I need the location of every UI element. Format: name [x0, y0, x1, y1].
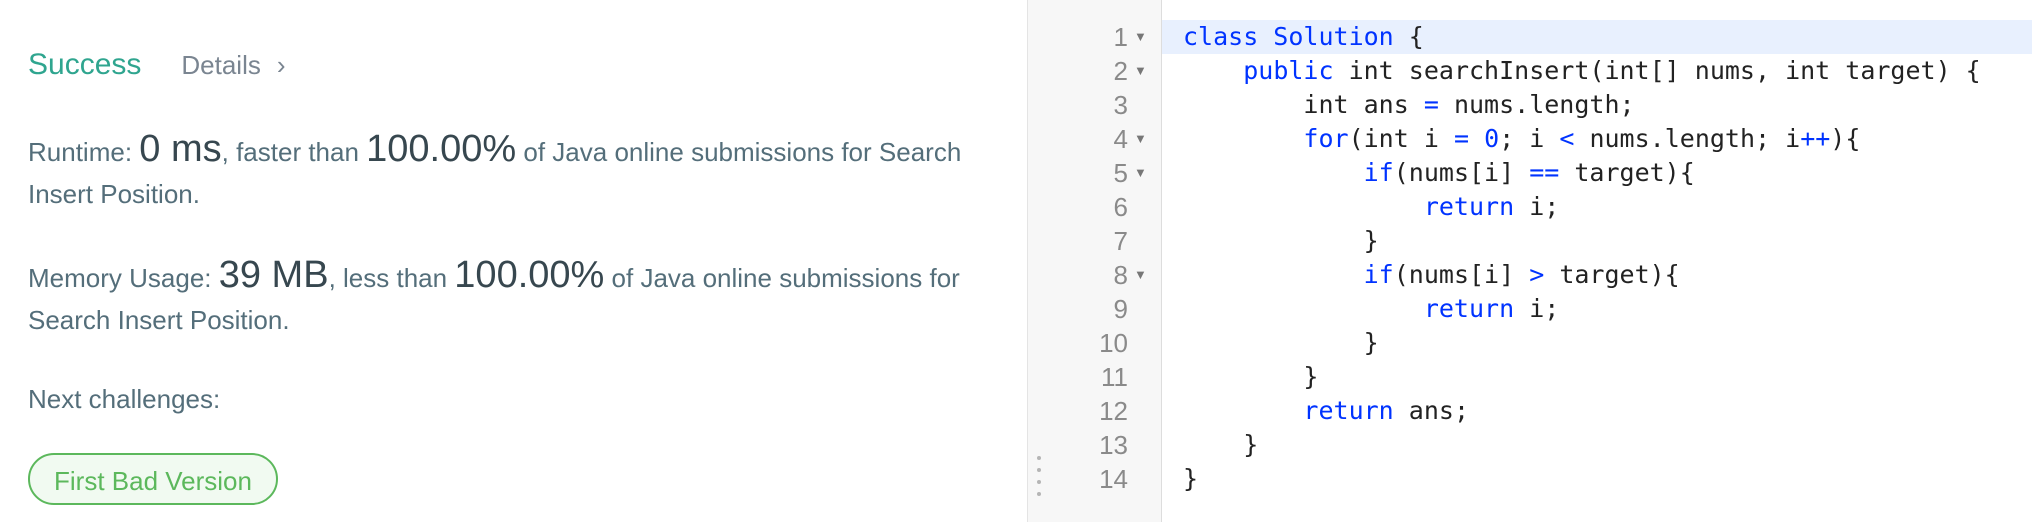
challenge-first-bad-version-button[interactable]: First Bad Version	[28, 453, 278, 505]
code-line[interactable]: }	[1183, 360, 1318, 394]
memory-middle: , less than	[328, 263, 455, 293]
submission-result-panel: Success Details › Runtime: 0 ms, faster …	[0, 0, 1027, 522]
fold-arrow-icon[interactable]: ▼	[1134, 258, 1148, 292]
code-line[interactable]: return i;	[1183, 292, 1559, 326]
code-line[interactable]: }	[1183, 428, 1258, 462]
code-keyword: return	[1423, 192, 1515, 221]
runtime-prefix: Runtime:	[28, 137, 140, 167]
line-number-gutter: 1 ▼ 2 ▼ 3 4 ▼ 5 ▼ 6 7 8 ▼ 9 10 11 12 13 14	[1050, 0, 1162, 522]
line-number: 1	[1113, 22, 1128, 52]
fold-arrow-icon[interactable]: ▼	[1134, 54, 1148, 88]
memory-prefix: Memory Usage:	[28, 263, 219, 293]
runtime-result: Runtime: 0 ms, faster than 100.00% of Ja…	[28, 128, 1018, 215]
code-text: (int i	[1348, 124, 1454, 153]
line-number: 8	[1113, 260, 1128, 290]
next-challenges-label: Next challenges:	[28, 384, 221, 414]
code-text: int searchInsert(int[] nums, int target)…	[1333, 56, 1981, 85]
code-line[interactable]: for(int i = 0; i < nums.length; i++){	[1183, 122, 1860, 156]
line-number: 13	[1099, 430, 1128, 460]
line-number: 4	[1113, 124, 1128, 154]
status-title: Success	[28, 48, 142, 81]
runtime-middle: , faster than	[221, 137, 367, 167]
memory-result: Memory Usage: 39 MB, less than 100.00% o…	[28, 254, 1018, 341]
line-number: 3	[1113, 90, 1128, 120]
code-keyword: for	[1303, 124, 1349, 153]
status-row: Success Details ›	[28, 48, 286, 82]
memory-percentile: 100.00%	[454, 254, 605, 296]
drag-handle-icon[interactable]	[1037, 456, 1041, 508]
runtime-percentile: 100.00%	[366, 128, 517, 170]
line-number: 7	[1113, 226, 1128, 256]
code-keyword: ==	[1529, 158, 1560, 187]
code-keyword: if	[1363, 158, 1394, 187]
code-text: ans;	[1393, 396, 1469, 425]
fold-arrow-icon[interactable]: ▼	[1134, 20, 1148, 54]
code-keyword: if	[1363, 260, 1394, 289]
details-link[interactable]: Details ›	[181, 50, 285, 81]
code-line[interactable]: }	[1183, 462, 1198, 496]
line-number: 14	[1099, 464, 1128, 494]
code-keyword: <	[1559, 124, 1575, 153]
code-line[interactable]: if(nums[i] > target){	[1183, 258, 1680, 292]
line-number: 9	[1113, 294, 1128, 324]
panel-splitter[interactable]	[1027, 0, 1050, 522]
code-editor[interactable]: class Solution { public int searchInsert…	[1162, 0, 2032, 522]
code-line[interactable]: }	[1183, 326, 1379, 360]
memory-value: 39 MB	[218, 254, 329, 296]
code-text: }	[1183, 430, 1259, 459]
code-line[interactable]: public int searchInsert(int[] nums, int …	[1183, 54, 1981, 88]
code-line[interactable]: int ans = nums.length;	[1183, 88, 1635, 122]
code-text: nums.length;	[1438, 90, 1635, 119]
code-text: {	[1393, 22, 1424, 51]
line-number: 10	[1099, 328, 1128, 358]
fold-arrow-icon[interactable]: ▼	[1134, 156, 1148, 190]
code-line[interactable]: if(nums[i] == target){	[1183, 156, 1695, 190]
code-line[interactable]: }	[1183, 224, 1379, 258]
code-text: (nums[i]	[1393, 260, 1530, 289]
details-label: Details	[181, 50, 261, 80]
chevron-right-icon: ›	[276, 50, 286, 80]
code-keyword: return	[1423, 294, 1515, 323]
code-text: i;	[1514, 192, 1560, 221]
fold-arrow-icon[interactable]: ▼	[1134, 122, 1148, 156]
code-keyword: =	[1453, 124, 1469, 153]
code-keyword: =	[1423, 90, 1439, 119]
code-text: target){	[1544, 260, 1680, 289]
code-text: target){	[1559, 158, 1695, 187]
code-text: }	[1183, 226, 1379, 255]
code-text: i;	[1514, 294, 1560, 323]
code-keyword: public	[1243, 56, 1334, 85]
code-text: }	[1183, 464, 1199, 493]
code-keyword: ++	[1800, 124, 1831, 153]
code-text: (nums[i]	[1393, 158, 1530, 187]
code-line[interactable]: return i;	[1183, 190, 1559, 224]
code-keyword: >	[1529, 260, 1545, 289]
line-number: 2	[1113, 56, 1128, 86]
code-text: ; i	[1499, 124, 1560, 153]
code-text: }	[1183, 362, 1319, 391]
runtime-value: 0 ms	[139, 128, 222, 170]
code-keyword: return	[1303, 396, 1394, 425]
code-text: }	[1183, 328, 1379, 357]
code-keyword: 0	[1484, 124, 1500, 153]
line-number: 12	[1099, 396, 1128, 426]
line-number: 6	[1113, 192, 1128, 222]
code-text: nums.length; i	[1574, 124, 1801, 153]
code-keyword: class Solution	[1183, 22, 1394, 51]
code-line[interactable]: class Solution {	[1183, 20, 1424, 54]
line-number: 11	[1101, 362, 1128, 392]
line-number: 5	[1113, 158, 1128, 188]
code-text: int ans	[1183, 90, 1424, 119]
code-text: ){	[1830, 124, 1861, 153]
code-line[interactable]: return ans;	[1183, 394, 1469, 428]
